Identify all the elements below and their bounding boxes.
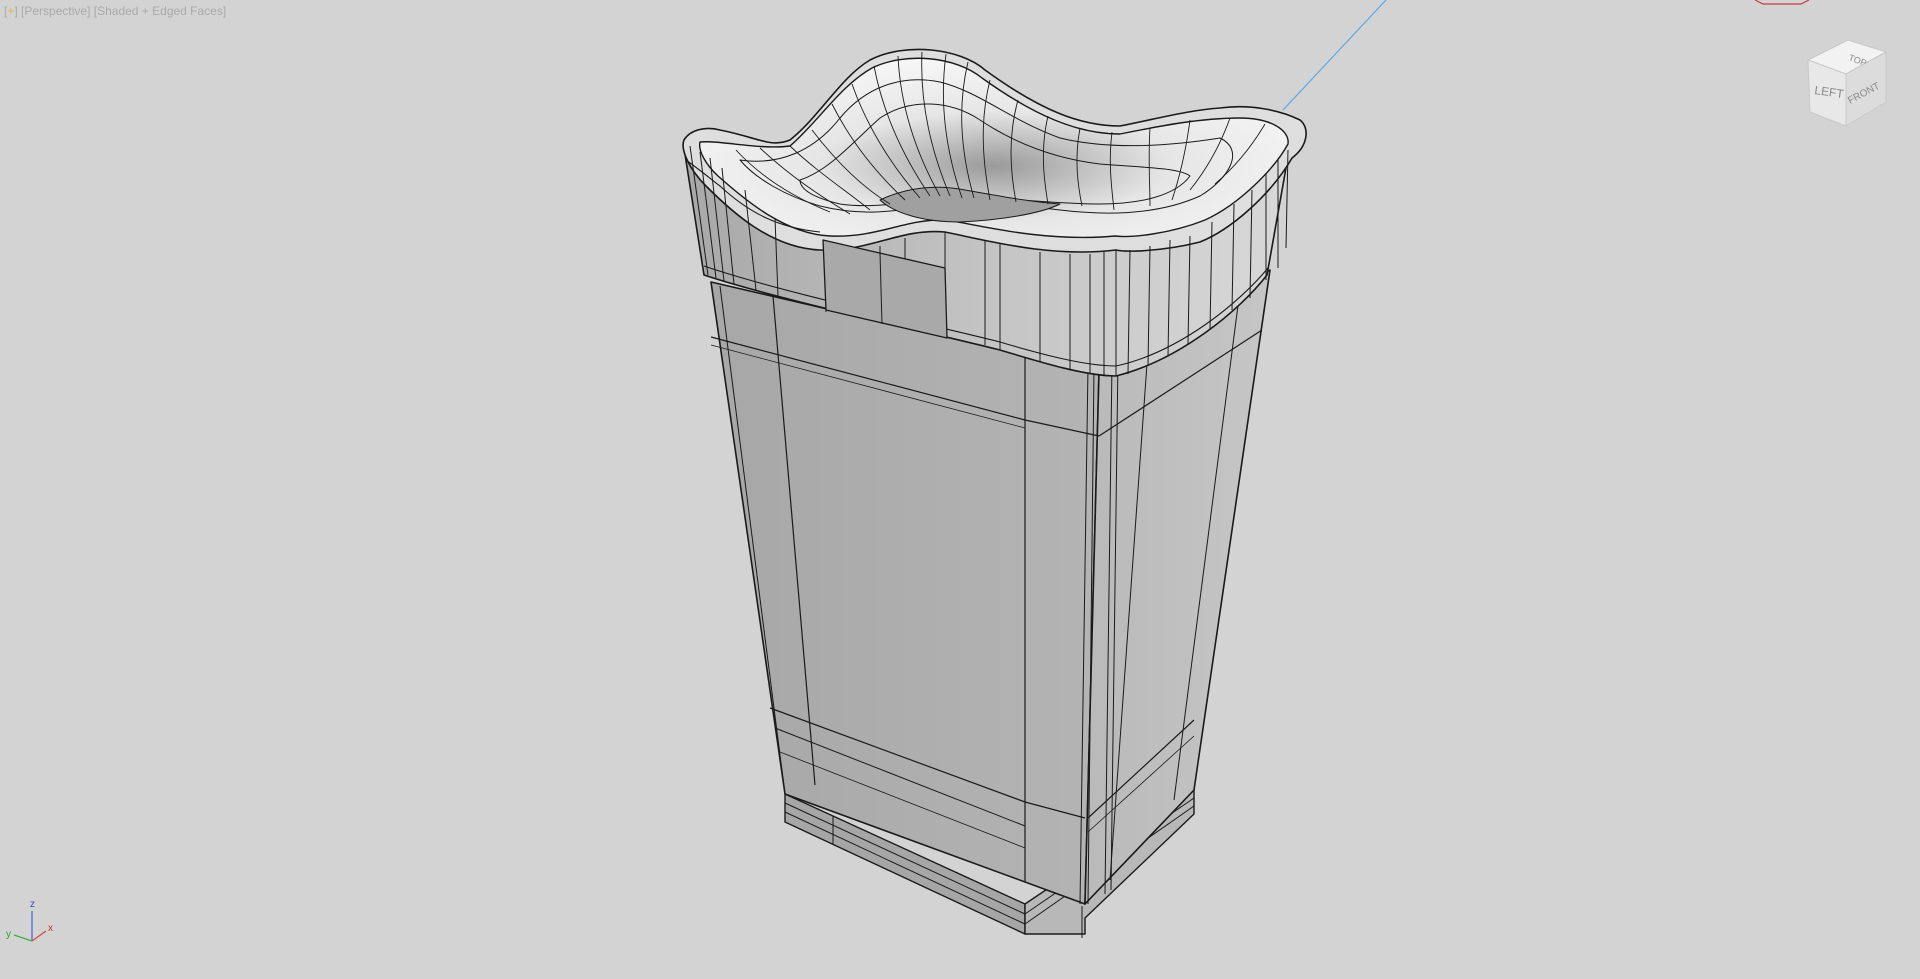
- axis-y-label: y: [6, 929, 11, 940]
- axis-x-label: x: [48, 923, 53, 934]
- viewcube[interactable]: TOP LEFT FRONT: [1790, 28, 1900, 138]
- bin-body-front: [710, 281, 1100, 905]
- light-helper-line: [1282, 0, 1387, 111]
- axis-z-label: z: [30, 899, 35, 910]
- offscreen-object-edge: [1755, 0, 1810, 5]
- viewcube-icon: TOP LEFT FRONT: [1806, 39, 1888, 127]
- scene-canvas[interactable]: [0, 0, 1920, 979]
- perspective-viewport[interactable]: [+] [Perspective] [Shaded + Edged Faces]: [0, 0, 1920, 979]
- axis-tripod: z x y: [6, 899, 53, 942]
- trash-bin-model[interactable]: [682, 48, 1307, 938]
